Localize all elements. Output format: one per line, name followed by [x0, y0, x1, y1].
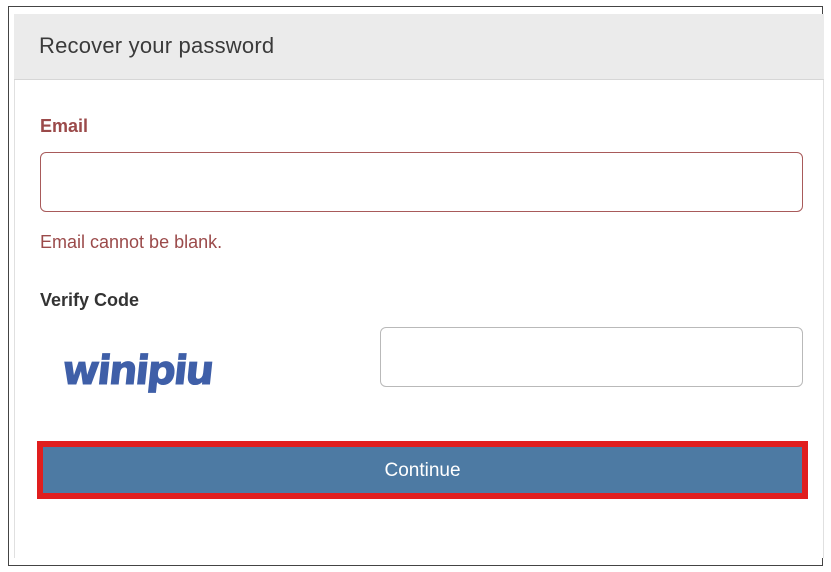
captcha-image[interactable]: winipiu [58, 338, 218, 402]
verify-code-label: Verify Code [40, 290, 140, 310]
email-label: Email [40, 116, 89, 136]
email-field[interactable] [40, 152, 803, 212]
panel-title: Recover your password [39, 33, 275, 58]
panel-heading: Recover your password [14, 14, 824, 80]
continue-button[interactable]: Continue [43, 447, 802, 493]
email-error-message: Email cannot be blank. [40, 232, 223, 252]
captcha-text: winipiu [60, 348, 215, 394]
verify-code-input[interactable] [380, 327, 803, 387]
